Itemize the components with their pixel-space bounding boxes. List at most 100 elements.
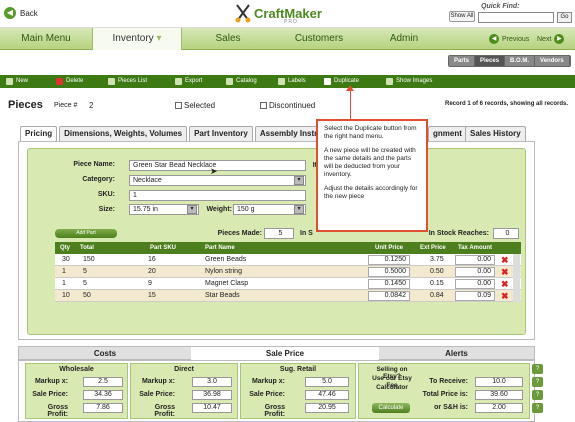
duplicate-icon bbox=[324, 78, 331, 85]
plus-icon bbox=[6, 78, 13, 85]
table-row[interactable]: 30 150 16 Green Beads 0.1250 3.75 0.00 ✖ bbox=[55, 254, 521, 266]
show-all-button[interactable]: Show All bbox=[449, 11, 475, 22]
page-title: Pieces bbox=[8, 99, 43, 111]
sku-label: SKU: bbox=[97, 191, 115, 198]
tax-cell[interactable]: 0.00 bbox=[455, 267, 495, 277]
etsy-prompt-3: Calculator bbox=[376, 384, 408, 391]
calculate-button[interactable]: Calculate bbox=[372, 403, 410, 413]
callout-arrow-head bbox=[346, 85, 354, 91]
catalog-icon bbox=[226, 78, 233, 85]
export-button[interactable]: Export bbox=[175, 75, 202, 88]
retail-markup-field[interactable]: 5.0 bbox=[305, 377, 349, 387]
size-field[interactable]: 15.75 in ▾ bbox=[129, 204, 199, 215]
table-row[interactable]: 1 5 9 Magnet Clasp 0.1450 0.15 0.00 ✖ bbox=[55, 278, 521, 290]
size-unit-dropdown-icon: ▾ bbox=[187, 205, 197, 214]
tab-part-inventory[interactable]: Part Inventory bbox=[189, 126, 253, 141]
total-price-field[interactable]: 39.60 bbox=[475, 390, 523, 400]
subnav-vendors[interactable]: Vendors bbox=[535, 56, 570, 66]
wholesale-markup-field[interactable]: 2.5 bbox=[83, 377, 123, 387]
detail-tabs: Pricing Dimensions, Weights, Volumes Par… bbox=[20, 126, 323, 141]
unit-price-cell[interactable]: 0.1250 bbox=[368, 255, 410, 265]
sku-cell: 15 bbox=[148, 292, 156, 299]
subnav-bom[interactable]: B.O.M. bbox=[505, 56, 536, 66]
new-button[interactable]: New bbox=[6, 75, 28, 88]
table-row[interactable]: 10 50 15 Star Beads 0.0842 0.84 0.09 ✖ bbox=[55, 290, 521, 302]
delete-row-icon[interactable]: ✖ bbox=[501, 268, 509, 277]
catalog-button[interactable]: Catalog bbox=[226, 75, 257, 88]
tab-inventory[interactable]: Inventory ▾ bbox=[92, 28, 182, 50]
delete-row-icon[interactable]: ✖ bbox=[501, 256, 509, 265]
tab-sale-price[interactable]: Sale Price bbox=[191, 347, 379, 361]
direct-gross-field[interactable]: 10.47 bbox=[192, 403, 232, 413]
selected-checkbox[interactable]: Selected bbox=[175, 101, 215, 110]
tax-cell[interactable]: 0.00 bbox=[455, 255, 495, 265]
tab-assembly[interactable]: Assembly Instr bbox=[254, 126, 323, 141]
direct-sale-field[interactable]: 36.98 bbox=[192, 390, 232, 400]
category-value: Necklace bbox=[133, 177, 162, 184]
tab-consignment[interactable]: gnment bbox=[428, 126, 467, 141]
tab-customers[interactable]: Customers bbox=[274, 28, 364, 50]
tab-admin[interactable]: Admin bbox=[364, 28, 444, 50]
qty-cell: 30 bbox=[62, 256, 70, 263]
direct-title: Direct bbox=[174, 366, 194, 373]
quick-find-input[interactable] bbox=[478, 12, 554, 23]
bottom-tabs: Costs Sale Price Alerts bbox=[18, 346, 535, 361]
ext-price-cell: 0.15 bbox=[430, 280, 444, 287]
add-part-button[interactable]: Add Part bbox=[55, 229, 117, 238]
in-stock-reaches-field[interactable]: 0 bbox=[493, 228, 519, 239]
tab-sales[interactable]: Sales bbox=[182, 28, 274, 50]
help-icon[interactable]: ? bbox=[532, 364, 543, 374]
unit-price-cell[interactable]: 0.1450 bbox=[368, 279, 410, 289]
next-button[interactable]: Next ▶ bbox=[537, 34, 565, 44]
delete-row-icon[interactable]: ✖ bbox=[501, 280, 509, 289]
list-icon bbox=[108, 78, 115, 85]
tab-main-menu[interactable]: Main Menu bbox=[0, 28, 92, 50]
pieces-list-button[interactable]: Pieces List bbox=[108, 75, 147, 88]
wholesale-sale-field[interactable]: 34.36 bbox=[83, 390, 123, 400]
delete-button[interactable]: Delete bbox=[56, 75, 83, 88]
wholesale-gross-field[interactable]: 7.86 bbox=[83, 403, 123, 413]
discontinued-checkbox[interactable]: Discontinued bbox=[260, 101, 315, 110]
weight-field[interactable]: 150 g ▾ bbox=[233, 204, 306, 215]
tab-sales-history[interactable]: Sales History bbox=[465, 126, 526, 141]
direct-gross-label: Gross Profit: bbox=[154, 404, 175, 418]
size-label: Size: bbox=[98, 206, 115, 213]
unit-price-cell[interactable]: 0.5000 bbox=[368, 267, 410, 277]
sh-field[interactable]: 2.00 bbox=[475, 403, 523, 413]
dropdown-icon: ▾ bbox=[294, 176, 304, 185]
pieces-list-label: Pieces List bbox=[118, 78, 148, 84]
unit-price-cell[interactable]: 0.0842 bbox=[368, 291, 410, 301]
previous-label: Previous bbox=[502, 35, 530, 43]
tab-pricing[interactable]: Pricing bbox=[20, 126, 58, 141]
pieces-made-field[interactable]: 5 bbox=[264, 228, 294, 239]
show-images-button[interactable]: Show Images bbox=[386, 75, 432, 88]
help-icon[interactable]: ? bbox=[532, 390, 543, 400]
direct-markup-field[interactable]: 3.0 bbox=[192, 377, 232, 387]
back-button[interactable]: ◀ Back bbox=[4, 6, 48, 20]
inventory-subnav: Parts Pieces B.O.M. Vendors bbox=[448, 55, 571, 67]
labels-button[interactable]: Labels bbox=[278, 75, 306, 88]
subnav-pieces[interactable]: Pieces bbox=[475, 56, 506, 66]
previous-button[interactable]: ◀ Previous bbox=[489, 34, 529, 44]
retail-sale-field[interactable]: 47.46 bbox=[305, 390, 349, 400]
back-label: Back bbox=[20, 8, 38, 18]
tab-dimensions[interactable]: Dimensions, Weights, Volumes bbox=[59, 126, 188, 141]
tab-alerts[interactable]: Alerts bbox=[379, 347, 534, 361]
help-icon[interactable]: ? bbox=[532, 403, 543, 413]
direct-markup-label: Markup x: bbox=[141, 378, 175, 385]
go-button[interactable]: Go bbox=[557, 12, 572, 23]
table-scrollbar[interactable] bbox=[513, 254, 520, 302]
to-receive-field[interactable]: 10.0 bbox=[475, 377, 523, 387]
sku-field[interactable]: 1 bbox=[129, 190, 306, 201]
help-icon[interactable]: ? bbox=[532, 377, 543, 387]
tax-cell[interactable]: 0.00 bbox=[455, 279, 495, 289]
discontinued-checkbox-box bbox=[260, 102, 267, 110]
new-label: New bbox=[16, 78, 29, 84]
tax-cell[interactable]: 0.09 bbox=[455, 291, 495, 301]
tab-costs[interactable]: Costs bbox=[19, 347, 191, 361]
sh-label: or S&H is: bbox=[434, 404, 468, 411]
table-row[interactable]: 1 5 20 Nylon string 0.5000 0.50 0.00 ✖ bbox=[55, 266, 521, 278]
subnav-parts[interactable]: Parts bbox=[449, 56, 476, 66]
delete-row-icon[interactable]: ✖ bbox=[501, 292, 509, 301]
retail-gross-field[interactable]: 20.95 bbox=[305, 403, 349, 413]
